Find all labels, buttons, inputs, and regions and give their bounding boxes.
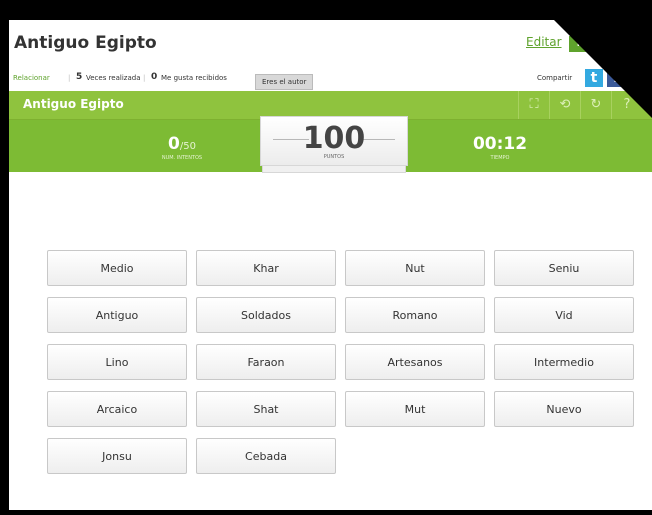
likes-label: Me gusta recibidos <box>161 74 227 82</box>
fullscreen-icon[interactable]: ⛶ <box>518 91 549 119</box>
activity-meta: Relacionar | 5 Veces realizada | 0 Me gu… <box>9 69 649 90</box>
word-card-romano[interactable]: Romano <box>345 297 485 333</box>
times-label: Veces realizada <box>86 74 141 82</box>
game-header-title: Antiguo Egipto <box>23 97 124 111</box>
game-page: Antiguo Egipto Editar HTML Relacionar | … <box>9 20 652 515</box>
word-card-shat[interactable]: Shat <box>196 391 336 427</box>
attempts-label: NUM. INTENTOS <box>161 155 203 161</box>
word-card-antiguo[interactable]: Antiguo <box>47 297 187 333</box>
corner-mask <box>554 20 652 135</box>
separator: | <box>143 74 146 82</box>
word-card-seniu[interactable]: Seniu <box>494 250 634 286</box>
page-title: Antiguo Egipto <box>14 33 157 53</box>
word-card-artesanos[interactable]: Artesanos <box>345 344 485 380</box>
author-button[interactable]: Eres el autor <box>255 74 314 90</box>
bottom-border <box>0 510 652 515</box>
word-card-intermedio[interactable]: Intermedio <box>494 344 634 380</box>
timer-display: 00:12 TIEMPO <box>445 134 555 161</box>
separator: | <box>68 74 71 82</box>
times-count: 5 <box>76 72 83 82</box>
word-card-nuevo[interactable]: Nuevo <box>494 391 634 427</box>
score-value: 100 <box>302 121 366 156</box>
word-card-faraon[interactable]: Faraon <box>196 344 336 380</box>
score-panel: 100 PUNTOS <box>260 116 408 166</box>
timer-value: 00:12 <box>472 134 528 154</box>
likes-count: 0 <box>151 72 158 82</box>
word-card-cebada[interactable]: Cebada <box>196 438 336 474</box>
score-label: PUNTOS <box>323 154 345 160</box>
attempts-display: 0/50 NUM. INTENTOS <box>127 134 237 161</box>
word-card-khar[interactable]: Khar <box>196 250 336 286</box>
word-card-soldados[interactable]: Soldados <box>196 297 336 333</box>
word-card-arcaico[interactable]: Arcaico <box>47 391 187 427</box>
word-card-mut[interactable]: Mut <box>345 391 485 427</box>
word-card-vid[interactable]: Vid <box>494 297 634 333</box>
timer-label: TIEMPO <box>490 155 510 161</box>
word-card-lino[interactable]: Lino <box>47 344 187 380</box>
related-link[interactable]: Relacionar <box>13 74 50 82</box>
word-card-jonsu[interactable]: Jonsu <box>47 438 187 474</box>
attempts-value: 0 <box>168 134 180 154</box>
attempts-total: /50 <box>179 141 196 152</box>
word-card-medio[interactable]: Medio <box>47 250 187 286</box>
word-card-nut[interactable]: Nut <box>345 250 485 286</box>
